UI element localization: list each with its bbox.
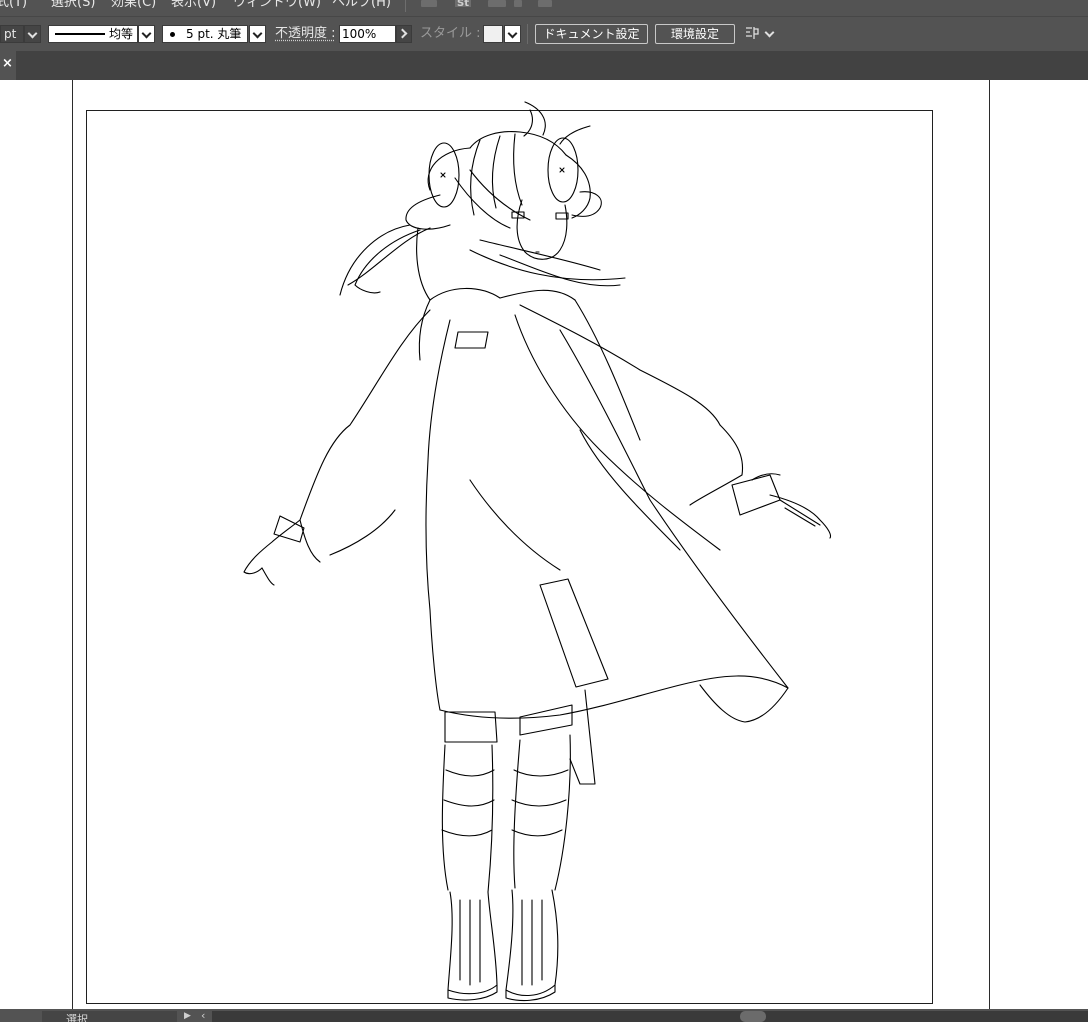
- head-group: [339, 101, 626, 296]
- brush-dropdown[interactable]: [249, 25, 266, 43]
- chevron-down-icon[interactable]: [764, 27, 775, 38]
- status-bar: 選択 ▶ ‹: [0, 1009, 1088, 1022]
- align-options-icon[interactable]: [745, 26, 759, 40]
- status-play-icon[interactable]: ▶: [184, 1011, 191, 1022]
- graphic-style-dropdown[interactable]: [504, 25, 521, 43]
- menu-select[interactable]: 選択(S): [51, 0, 95, 10]
- stroke-profile-dropdown[interactable]: [138, 25, 155, 43]
- menu-help[interactable]: ヘルプ(H): [332, 0, 391, 10]
- style-label: スタイル :: [420, 26, 481, 41]
- control-separator: [527, 24, 528, 44]
- close-icon[interactable]: ×: [2, 56, 13, 72]
- opacity-input[interactable]: 100%: [339, 25, 396, 43]
- stroke-profile-label: 均等: [109, 27, 134, 41]
- stroke-weight-field[interactable]: pt: [0, 25, 24, 43]
- control-bar: pt 均等 5 pt. 丸筆 不透明度 : 100% スタイル : ドキュメント…: [0, 16, 1088, 51]
- stroke-profile-line-icon: [55, 33, 105, 35]
- stock-icon[interactable]: St: [455, 0, 471, 7]
- stroke-weight-dropdown[interactable]: [24, 25, 41, 43]
- preferences-button[interactable]: 環境設定: [655, 24, 735, 44]
- legs-group: [441, 689, 596, 1002]
- arrange-dropdown-icon[interactable]: [514, 0, 522, 7]
- status-tool-field[interactable]: 選択: [42, 1011, 177, 1022]
- bridge-icon[interactable]: [421, 0, 437, 7]
- horizontal-scrollbar[interactable]: [212, 1011, 1088, 1022]
- scroll-left-icon[interactable]: ‹: [201, 1010, 205, 1021]
- chevron-right-icon: [397, 28, 408, 39]
- opacity-label[interactable]: 不透明度 :: [275, 25, 336, 43]
- canvas[interactable]: [0, 80, 1088, 1009]
- opacity-value: 100%: [342, 27, 377, 41]
- graphic-style-swatch[interactable]: [483, 25, 503, 43]
- arms-group: [243, 473, 832, 586]
- menu-effect[interactable]: 効果(C): [111, 0, 156, 10]
- menu-separator: [405, 0, 406, 12]
- menu-window[interactable]: ウィンドウ(W): [233, 0, 321, 10]
- line-art-drawing[interactable]: [0, 80, 1088, 1009]
- coat-group: [299, 227, 789, 723]
- document-tab[interactable]: ×: [0, 51, 16, 80]
- scrollbar-thumb[interactable]: [740, 1011, 766, 1022]
- status-tool-name: 選択: [66, 1013, 88, 1022]
- stroke-weight-unit: pt: [4, 27, 17, 41]
- arrange-documents-icon[interactable]: [488, 0, 506, 7]
- gpu-rocket-icon[interactable]: [538, 0, 552, 7]
- document-tab-bar: ×: [0, 51, 1088, 80]
- stroke-profile-field[interactable]: 均等: [48, 25, 138, 43]
- opacity-arrow-button[interactable]: [396, 25, 412, 43]
- menu-view[interactable]: 表示(V): [171, 0, 216, 10]
- round-brush-dot-icon: [170, 32, 175, 37]
- menu-type[interactable]: 式(T): [0, 0, 27, 10]
- brush-label: 5 pt. 丸筆: [186, 27, 242, 41]
- document-setup-button[interactable]: ドキュメント設定: [535, 24, 648, 44]
- menu-bar: 式(T) 選択(S) 効果(C) 表示(V) ウィンドウ(W) ヘルプ(H) S…: [0, 0, 1088, 16]
- brush-definition-field[interactable]: 5 pt. 丸筆: [162, 25, 248, 43]
